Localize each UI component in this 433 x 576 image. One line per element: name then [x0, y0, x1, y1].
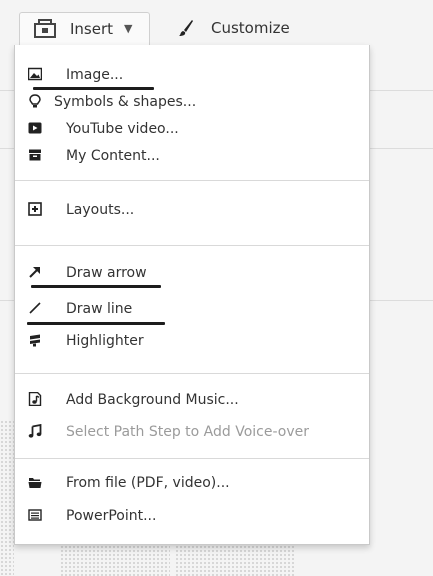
layouts-plus-icon — [28, 202, 42, 216]
menu-item-highlighter[interactable]: Highlighter — [15, 328, 369, 354]
menu-item-label: Select Path Step to Add Voice-over — [66, 424, 310, 440]
menu-item-draw-arrow[interactable]: Draw arrow — [15, 260, 369, 286]
menu-item-label: Image... — [66, 67, 124, 83]
menu-item-my-content[interactable]: My Content... — [15, 143, 369, 169]
canvas-texture — [60, 545, 170, 576]
menu-item-symbols-shapes[interactable]: Symbols & shapes... — [15, 89, 369, 115]
menu-item-youtube[interactable]: YouTube video... — [15, 116, 369, 142]
powerpoint-icon — [28, 509, 42, 521]
line-icon — [29, 302, 41, 314]
menu-item-image[interactable]: Image... — [15, 62, 369, 88]
canvas-texture — [0, 420, 14, 576]
insert-label: Insert — [70, 20, 114, 38]
menu-item-draw-line[interactable]: Draw line — [15, 296, 369, 322]
menu-separator — [15, 373, 369, 374]
music-note-icon — [28, 424, 42, 438]
menu-separator — [15, 458, 369, 459]
menu-item-label: YouTube video... — [66, 121, 179, 137]
menu-item-powerpoint[interactable]: PowerPoint... — [15, 503, 369, 529]
content-box-icon — [29, 149, 41, 161]
menu-item-label: Symbols & shapes... — [54, 94, 197, 110]
menu-item-label: Highlighter — [66, 333, 144, 349]
folder-icon — [28, 478, 42, 488]
menu-item-from-file[interactable]: From file (PDF, video)... — [15, 470, 369, 496]
canvas-texture — [175, 545, 295, 576]
annotation-underline — [27, 322, 165, 325]
menu-item-label: My Content... — [66, 148, 160, 164]
arrow-icon — [29, 267, 40, 278]
customize-label: Customize — [211, 19, 290, 37]
annotation-underline — [31, 285, 161, 288]
highlighter-icon — [30, 334, 40, 347]
menu-item-layouts[interactable]: Layouts... — [15, 197, 369, 223]
menu-item-label: Layouts... — [66, 202, 135, 218]
menu-separator — [15, 245, 369, 246]
menu-separator — [15, 180, 369, 181]
brush-icon — [179, 20, 193, 36]
insert-dropdown-menu: Image... Symbols & shapes... YouTube vid… — [14, 45, 370, 545]
menu-item-voice-over: Select Path Step to Add Voice-over — [15, 419, 369, 445]
youtube-play-icon — [28, 122, 42, 134]
image-icon — [28, 67, 42, 81]
menu-item-label: Draw line — [66, 301, 133, 317]
menu-item-background-music[interactable]: Add Background Music... — [15, 387, 369, 413]
menu-item-label: PowerPoint... — [66, 508, 157, 524]
insert-menu-button[interactable]: Insert ▼ — [19, 12, 150, 46]
music-file-icon — [28, 392, 42, 406]
menu-item-label: Draw arrow — [66, 265, 147, 281]
toolbar: Insert ▼ Customize — [0, 0, 433, 46]
menu-item-label: From file (PDF, video)... — [66, 475, 230, 491]
insert-icon — [34, 19, 56, 38]
menu-item-label: Add Background Music... — [66, 392, 239, 408]
chevron-down-icon: ▼ — [124, 22, 133, 35]
lightbulb-icon — [29, 94, 41, 108]
